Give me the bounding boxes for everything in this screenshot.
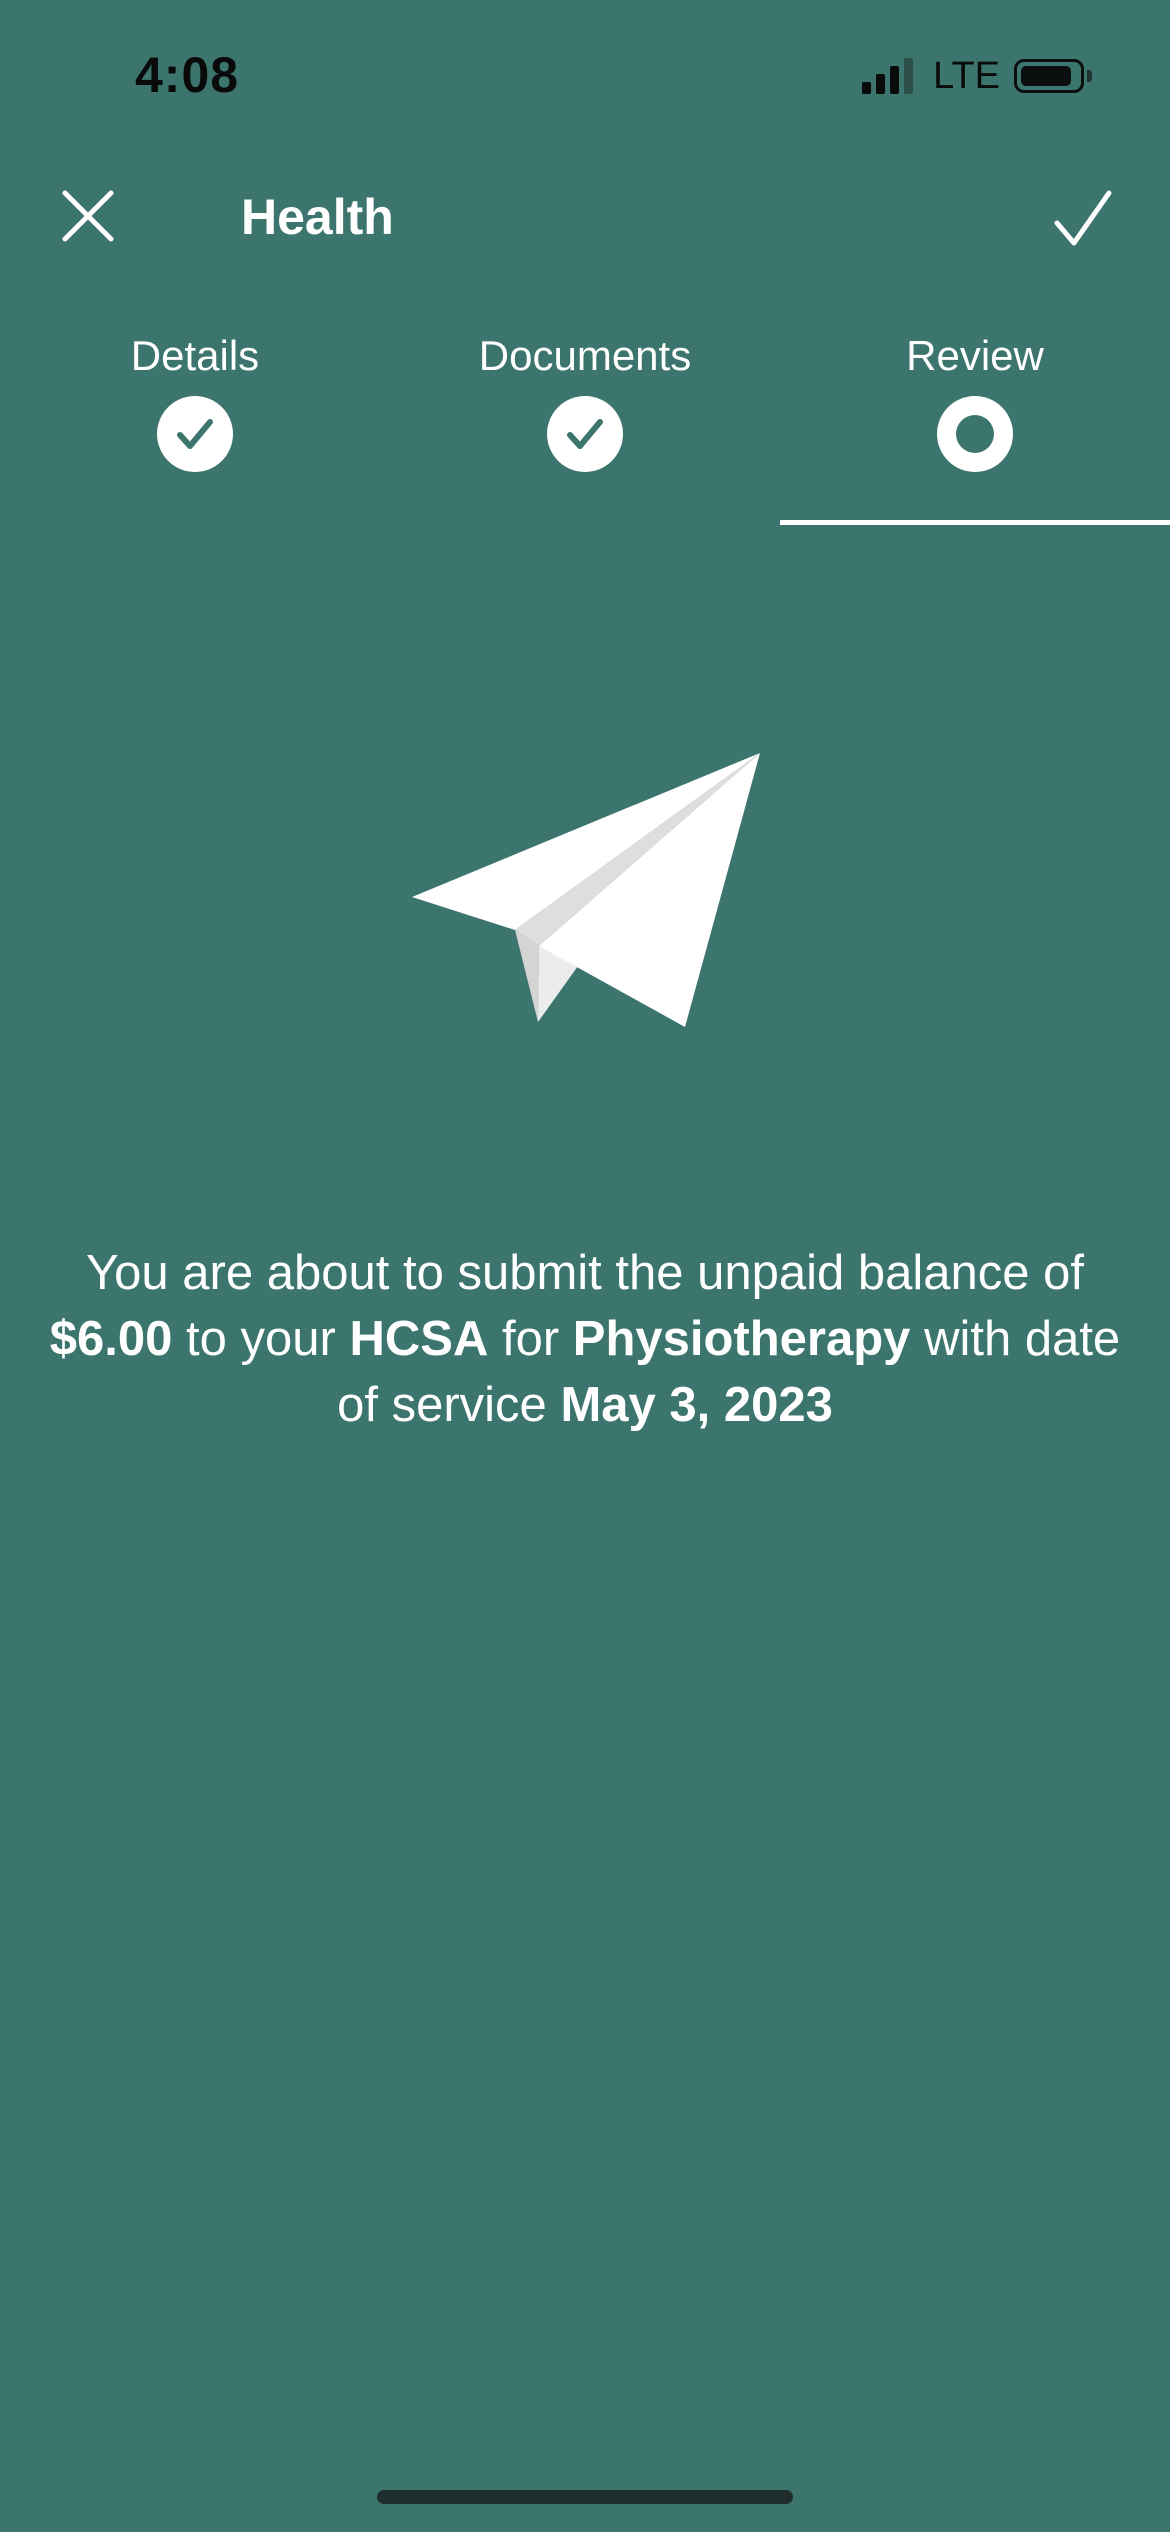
check-circle-icon bbox=[547, 396, 623, 472]
home-indicator[interactable] bbox=[377, 2490, 793, 2504]
battery-nub bbox=[1087, 70, 1092, 82]
step-label-details: Details bbox=[130, 332, 260, 379]
check-icon bbox=[177, 419, 213, 449]
close-icon bbox=[62, 190, 114, 242]
status-time: 4:08 bbox=[135, 47, 240, 103]
tab-review[interactable]: Review bbox=[780, 320, 1170, 525]
network-type: LTE bbox=[933, 54, 1000, 97]
account-name: HCSA bbox=[349, 1312, 489, 1366]
step-label-review: Review bbox=[906, 332, 1044, 379]
message-text: to your bbox=[186, 1312, 336, 1366]
status-bar: 4:08 LTE bbox=[0, 0, 1170, 150]
battery-icon bbox=[1014, 59, 1084, 93]
balance-amount: $6.00 bbox=[49, 1312, 173, 1366]
paper-plane-icon bbox=[412, 753, 760, 1027]
ring-icon bbox=[937, 396, 1013, 472]
status-indicators: LTE bbox=[862, 54, 1092, 97]
step-tabs: Details Documents Review bbox=[0, 320, 1170, 525]
tab-details[interactable]: Details bbox=[0, 320, 390, 525]
confirm-button[interactable] bbox=[1048, 184, 1118, 254]
submission-message: You are about to submit the unpaid balan… bbox=[40, 1240, 1130, 1438]
close-button[interactable] bbox=[56, 184, 120, 248]
active-tab-underline bbox=[780, 520, 1170, 525]
nav-bar: Health bbox=[0, 170, 1170, 260]
check-circle-icon bbox=[157, 396, 233, 472]
page-title: Health bbox=[241, 189, 394, 245]
service-category: Physiotherapy bbox=[572, 1312, 911, 1366]
check-icon bbox=[567, 419, 603, 449]
step-label-documents: Documents bbox=[478, 332, 692, 379]
tab-documents[interactable]: Documents bbox=[390, 320, 780, 525]
message-text: for bbox=[501, 1312, 560, 1366]
service-date: May 3, 2023 bbox=[560, 1378, 833, 1432]
checkmark-icon bbox=[1054, 190, 1112, 246]
message-text: You are about to submit the unpaid balan… bbox=[86, 1246, 1084, 1300]
cellular-signal-icon bbox=[862, 58, 914, 94]
paper-plane-illustration bbox=[405, 745, 765, 1030]
